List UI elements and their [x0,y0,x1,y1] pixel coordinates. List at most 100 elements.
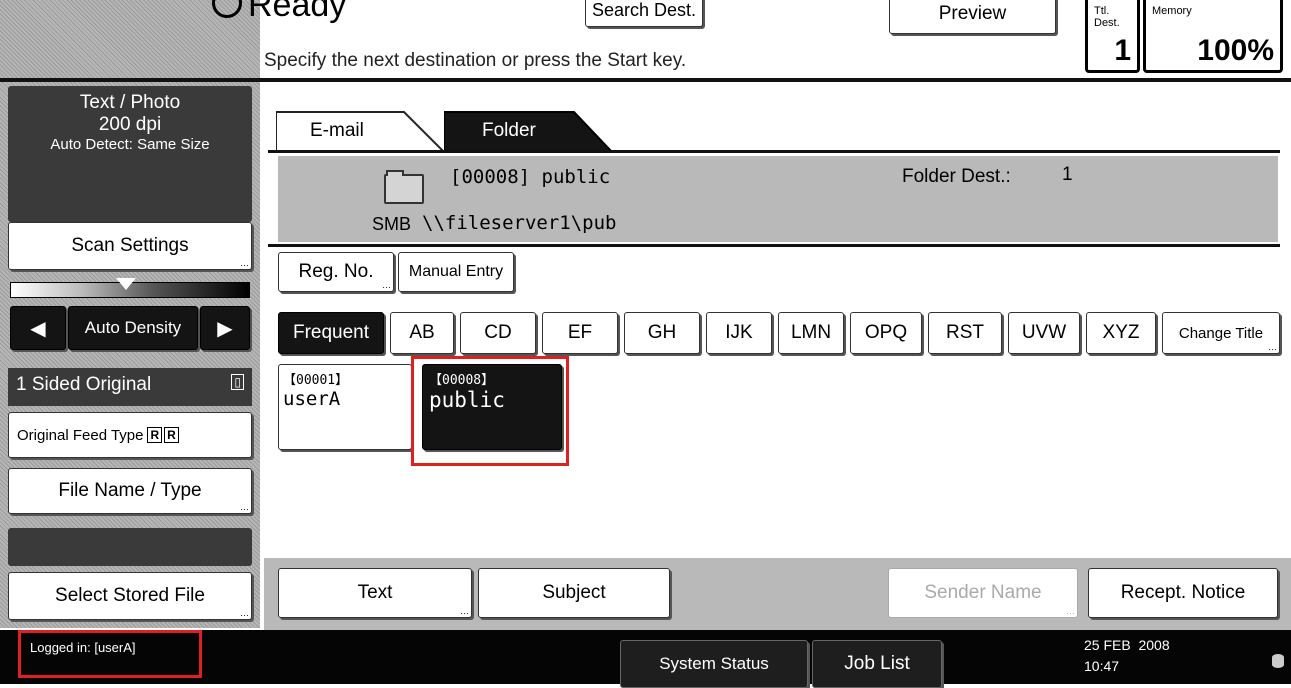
subject-label: Subject [542,582,606,603]
destination-entry-usera[interactable]: 【00001】 userA [278,364,412,450]
index-tab-frequent[interactable]: Frequent [278,312,384,354]
sided-original-label: 1 Sided Original [16,374,152,395]
folder-dest-label: Folder Dest.: [902,166,1011,187]
file-name-type-button[interactable]: File Name / Type … [8,468,252,514]
folder-icon [384,174,424,204]
ttl-dest-value: 1 [1114,34,1131,67]
sided-original-panel: 1 Sided Original ▯ [8,368,252,406]
select-stored-file-label: Select Stored File [55,585,205,606]
job-list-button[interactable]: Job List [812,640,942,688]
index-tab-label: RST [946,322,984,343]
scan-mode-panel: Text / Photo 200 dpi Auto Detect: Same S… [8,86,252,222]
tab-folder-label: Folder [482,120,536,141]
orientation-alt-icon: R [164,427,179,443]
preview-label: Preview [938,3,1007,24]
density-lighter-button[interactable]: ◀ [10,306,66,350]
index-tab-label: XYZ [1102,322,1140,343]
destination-panel: [00008] public SMB \\fileserver1\pub Fol… [278,156,1278,242]
reg-no-button[interactable]: Reg. No.… [278,252,394,292]
tab-folder[interactable]: Folder [444,110,614,152]
destination-code: [00008] public [450,166,611,188]
index-tab-ab[interactable]: AB [390,312,454,354]
logged-in-highlight-box [18,630,202,678]
density-darker-button[interactable]: ▶ [200,306,250,350]
index-tab-label: IJK [725,322,753,343]
index-tab-label: Frequent [292,322,370,343]
scan-settings-label: Scan Settings [71,235,189,256]
more-dots-icon: … [240,502,249,512]
detect-label: Auto Detect: Same Size [50,136,210,153]
tab-email[interactable]: E-mail [276,110,446,152]
memory-value: 100% [1197,34,1274,67]
tab-pointer-icon [496,86,528,104]
reg-no-label: Reg. No. [298,261,374,282]
text-label: Text [357,582,393,603]
date-label: 25 FEB 2008 [1084,637,1170,653]
index-tab-ijk[interactable]: IJK [706,312,772,354]
index-tab-label: CD [484,322,512,343]
select-stored-file-button[interactable]: Select Stored File… [8,572,252,620]
destination-path: \\fileserver1\pub [422,212,617,234]
index-tab-label: LMN [790,322,832,343]
entry-code: 【00001】 [283,373,349,388]
ttl-dest-label: Ttl. Dest. [1094,5,1120,29]
subject-button[interactable]: Subject [478,568,670,618]
index-tab-label: OPQ [864,322,908,343]
memory-counter: Memory 100% [1143,0,1283,73]
original-feed-type-label: Original Feed Type [17,426,144,444]
scan-settings-button[interactable]: Scan Settings … [8,222,252,270]
index-tab-xyz[interactable]: XYZ [1086,312,1156,354]
file-name-type-label: File Name / Type [58,480,202,501]
index-tab-opq[interactable]: OPQ [850,312,922,354]
index-tab-lmn[interactable]: LMN [778,312,844,354]
original-feed-type-button[interactable]: Original Feed Type R R [8,412,252,458]
index-tab-cd[interactable]: CD [460,312,536,354]
sided-original-icon: ▯ [231,374,244,390]
search-dest-button[interactable]: Search Dest. [585,0,703,27]
preview-button[interactable]: Preview [889,0,1056,34]
ttl-dest-counter: Ttl. Dest. 1 [1085,0,1140,73]
scan-mode-label: Text / Photo [79,92,181,113]
resolution-label: 200 dpi [98,114,162,135]
recept-notice-button[interactable]: Recept. Notice [1088,568,1278,618]
more-dots-icon: … [240,258,249,268]
change-title-button[interactable]: Change Title … [1162,312,1280,354]
tab-underline [268,150,1280,153]
folder-dest-value: 1 [1062,164,1073,185]
empty-panel [8,528,252,566]
time-label: 10:47 [1084,658,1120,674]
index-tab-ef[interactable]: EF [542,312,618,354]
panel-divider [268,244,1280,247]
folder-tab-icon [386,170,404,176]
more-dots-icon: … [460,606,469,616]
sender-name-label: Sender Name [924,582,1042,603]
orientation-icon: R [147,427,163,443]
index-tab-label: EF [567,322,593,343]
change-title-label: Change Title [1178,324,1264,342]
status-text: Ready [248,0,347,24]
auto-density-label: Auto Density [84,318,182,337]
index-tab-label: UVW [1021,322,1067,343]
more-dots-icon: … [1066,606,1075,616]
system-status-button[interactable]: System Status [620,640,808,688]
storage-icon [1272,654,1284,668]
job-list-label: Job List [844,653,910,674]
more-dots-icon: … [1268,342,1277,352]
index-tab-rst[interactable]: RST [928,312,1002,354]
entry-name: userA [283,388,341,410]
destination-protocol: SMB [372,214,412,234]
density-indicator-icon [116,278,136,290]
manual-entry-label: Manual Entry [408,263,504,280]
search-dest-label: Search Dest. [591,0,697,20]
system-status-label: System Status [659,654,769,673]
text-button[interactable]: Text … [278,568,472,618]
recept-notice-label: Recept. Notice [1120,582,1246,603]
index-tab-label: GH [647,322,677,343]
index-tab-uvw[interactable]: UVW [1008,312,1080,354]
sender-name-button: Sender Name … [888,568,1078,618]
header-message: Specify the next destination or press th… [264,50,687,71]
index-tab-gh[interactable]: GH [624,312,700,354]
memory-label: Memory [1152,5,1192,17]
manual-entry-button[interactable]: Manual Entry [398,252,514,292]
auto-density-button[interactable]: Auto Density [68,306,198,350]
